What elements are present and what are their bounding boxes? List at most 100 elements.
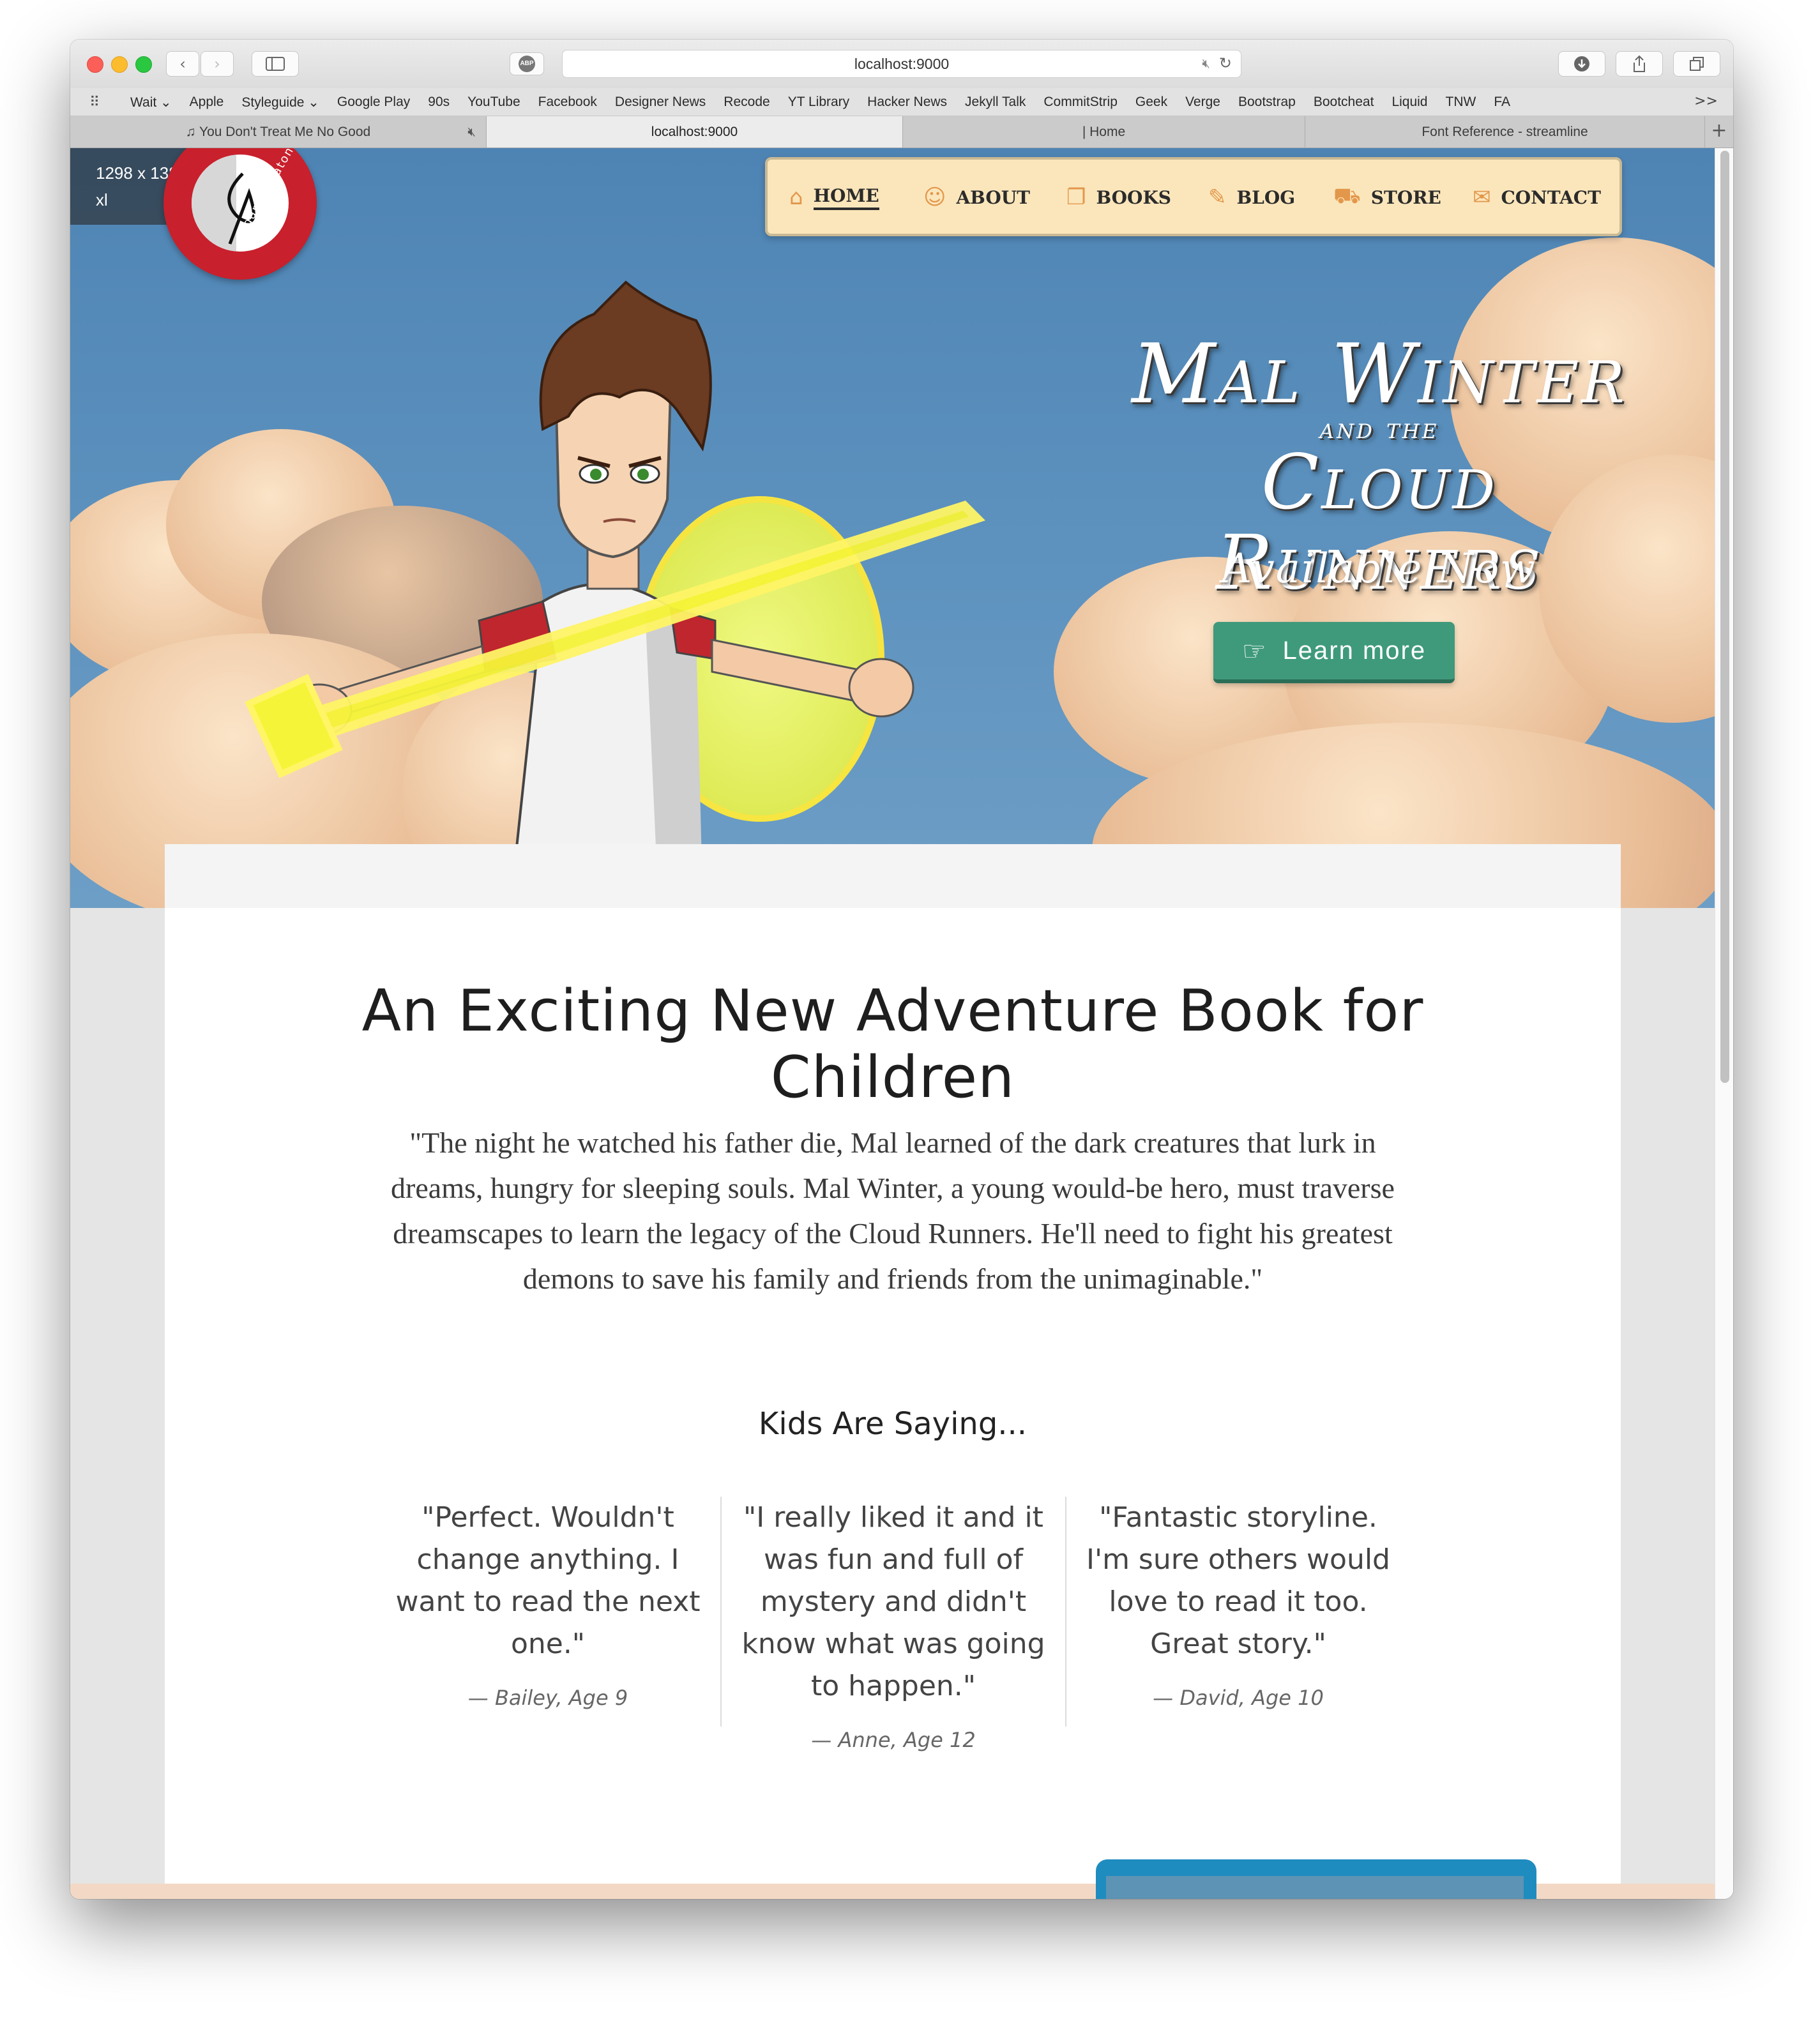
reload-icon[interactable]: ↻	[1219, 54, 1232, 72]
thumbs-up-icon: ☞	[1241, 635, 1268, 667]
bookmark-item[interactable]: Google Play	[337, 95, 410, 110]
main-navigation: ⌂ HOME ☺ ABOUT ❐ BOOKS ✎ BLOG ⛟ STORE ✉ …	[765, 157, 1622, 236]
testimonial-quote: "Perfect. Wouldn't change anything. I wa…	[395, 1501, 701, 1660]
tab-mute-icon[interactable]: 🔇︎	[467, 116, 476, 147]
book-synopsis: "The night he watched his father die, Ma…	[391, 1126, 1395, 1295]
book-icon: ❐	[1066, 185, 1086, 210]
content-top-strip	[165, 844, 1621, 908]
minimize-window-button[interactable]	[111, 56, 128, 73]
nav-label: CONTACT	[1501, 186, 1601, 208]
testimonials-heading: Kids Are Saying...	[758, 1406, 1028, 1442]
testimonial: "Fantastic storyline. I'm sure others wo…	[1065, 1497, 1410, 1727]
nav-label: BOOKS	[1096, 186, 1172, 208]
browser-window: ‹ › ABP localhost:9000 🔇︎ ↻ ⠿ Wait ⌄ Appl…	[70, 40, 1733, 1899]
nav-label: HOME	[813, 185, 879, 210]
hero-subtitle: Available Now	[1222, 545, 1536, 593]
chevron-left-icon: ‹	[179, 55, 186, 73]
bookmark-item[interactable]: Wait ⌄	[130, 95, 172, 110]
nav-home[interactable]: ⌂ HOME	[789, 180, 879, 215]
testimonial-author: — Anne, Age 12	[811, 1728, 976, 1752]
tab-localhost[interactable]: localhost:9000	[487, 116, 903, 147]
bookmark-item[interactable]: CommitStrip	[1043, 95, 1118, 110]
testimonial: "Perfect. Wouldn't change anything. I wa…	[375, 1497, 720, 1710]
nav-blog[interactable]: ✎ BLOG	[1208, 180, 1295, 215]
back-button[interactable]: ‹	[166, 51, 199, 77]
new-tab-button[interactable]: +	[1705, 116, 1733, 147]
share-button[interactable]	[1616, 51, 1663, 77]
testimonial-author: — Bailey, Age 9	[467, 1686, 628, 1710]
nav-label: STORE	[1370, 186, 1441, 208]
bookmark-item[interactable]: Verge	[1185, 95, 1220, 110]
tabs-icon	[1690, 57, 1704, 71]
book-cover-preview	[1096, 1859, 1536, 1899]
download-icon	[1574, 56, 1589, 72]
page-title: An Exciting New Adventure Book for Child…	[361, 978, 1424, 1111]
home-icon: ⌂	[789, 185, 803, 210]
nav-books[interactable]: ❐ BOOKS	[1066, 180, 1171, 215]
bookmark-item[interactable]: Bootcheat	[1314, 95, 1374, 110]
forward-button[interactable]: ›	[201, 51, 234, 77]
more-bookmarks-button[interactable]: >>	[1694, 93, 1718, 109]
cart-icon: ⛟	[1333, 183, 1361, 209]
share-icon	[1634, 55, 1645, 72]
plus-icon: +	[1711, 119, 1727, 142]
bookmark-item[interactable]: Geek	[1135, 95, 1167, 110]
bookmark-item[interactable]: Hacker News	[867, 95, 947, 110]
chevron-right-icon: ›	[214, 55, 220, 73]
bookmark-item[interactable]: Styleguide ⌄	[241, 95, 319, 110]
tab-bar: ♫ You Don't Treat Me No Good 🔇︎ localhos…	[70, 116, 1733, 148]
user-icon: ☺	[923, 185, 946, 210]
bookmark-item[interactable]: TNW	[1446, 95, 1476, 110]
learn-more-label: Learn more	[1282, 636, 1427, 665]
bookmark-list: Wait ⌄ Apple Styleguide ⌄ Google Play 90s You…	[130, 88, 1510, 116]
bookmark-item[interactable]: Apple	[190, 95, 224, 110]
hero-title-line-1: Mal Winter	[1132, 327, 1627, 422]
tab-label: | Home	[1082, 125, 1126, 139]
mute-icon[interactable]: 🔇︎	[1202, 56, 1210, 71]
page-viewport: 1298 x 1385 xl dannybeaton.com.au ⌂ HOME…	[70, 148, 1733, 1899]
pencil-icon: ✎	[1208, 185, 1227, 210]
bookmarks-bar: ⠿ Wait ⌄ Apple Styleguide ⌄ Google Play 90s Y…	[70, 88, 1733, 116]
bookmark-item[interactable]: FA	[1494, 95, 1510, 110]
close-window-button[interactable]	[87, 56, 103, 73]
bookmark-item[interactable]: YT Library	[788, 95, 849, 110]
apps-grid-icon[interactable]: ⠿	[89, 95, 100, 110]
testimonial-quote: "I really liked it and it was fun and fu…	[741, 1501, 1045, 1702]
scrollbar-thumb[interactable]	[1720, 151, 1729, 1083]
bookmark-item[interactable]: Facebook	[538, 95, 597, 110]
hero-character-illustration	[245, 280, 985, 908]
testimonial-quote: "Fantastic storyline. I'm sure others wo…	[1086, 1501, 1390, 1660]
testimonial: "I really liked it and it was fun and fu…	[720, 1497, 1065, 1752]
sidebar-toggle-button[interactable]	[252, 51, 299, 77]
address-bar[interactable]: localhost:9000 🔇︎ ↻	[562, 50, 1241, 78]
nav-store[interactable]: ⛟ STORE	[1333, 180, 1441, 215]
browser-toolbar: ‹ › ABP localhost:9000 🔇︎ ↻	[70, 40, 1733, 88]
bookmark-item[interactable]: Recode	[724, 95, 770, 110]
tab-font-reference[interactable]: Font Reference - streamline	[1305, 116, 1705, 147]
nav-contact[interactable]: ✉ CONTACT	[1473, 180, 1601, 215]
bookmark-item[interactable]: Bootstrap	[1238, 95, 1296, 110]
hero-banner: 1298 x 1385 xl dannybeaton.com.au ⌂ HOME…	[70, 148, 1715, 908]
maximize-window-button[interactable]	[135, 56, 152, 73]
envelope-icon: ✉	[1473, 185, 1491, 210]
bookmark-item[interactable]: Designer News	[615, 95, 706, 110]
tab-label: ♫ You Don't Treat Me No Good	[185, 125, 371, 139]
adblock-button[interactable]: ABP	[510, 52, 544, 75]
learn-more-button[interactable]: ☞ Learn more	[1213, 622, 1455, 683]
tab-home[interactable]: | Home	[903, 116, 1305, 147]
site-logo[interactable]: dannybeaton.com.au	[163, 148, 324, 280]
bookmark-item[interactable]: Jekyll Talk	[965, 95, 1026, 110]
bookmark-item[interactable]: YouTube	[467, 95, 520, 110]
sidebar-icon	[266, 57, 285, 71]
tabs-overview-button[interactable]	[1673, 51, 1720, 77]
bookmark-item[interactable]: Liquid	[1392, 95, 1427, 110]
bookmark-item[interactable]: 90s	[428, 95, 450, 110]
testimonial-author: — David, Age 10	[1153, 1686, 1324, 1710]
tab-label: Font Reference - streamline	[1422, 125, 1588, 139]
tab-music[interactable]: ♫ You Don't Treat Me No Good 🔇︎	[70, 116, 487, 147]
nav-label: BLOG	[1236, 186, 1296, 208]
page-scrollbar[interactable]	[1715, 148, 1733, 1899]
nav-about[interactable]: ☺ ABOUT	[923, 180, 1030, 215]
main-content: An Exciting New Adventure Book for Child…	[165, 844, 1621, 1899]
downloads-button[interactable]	[1558, 51, 1605, 77]
